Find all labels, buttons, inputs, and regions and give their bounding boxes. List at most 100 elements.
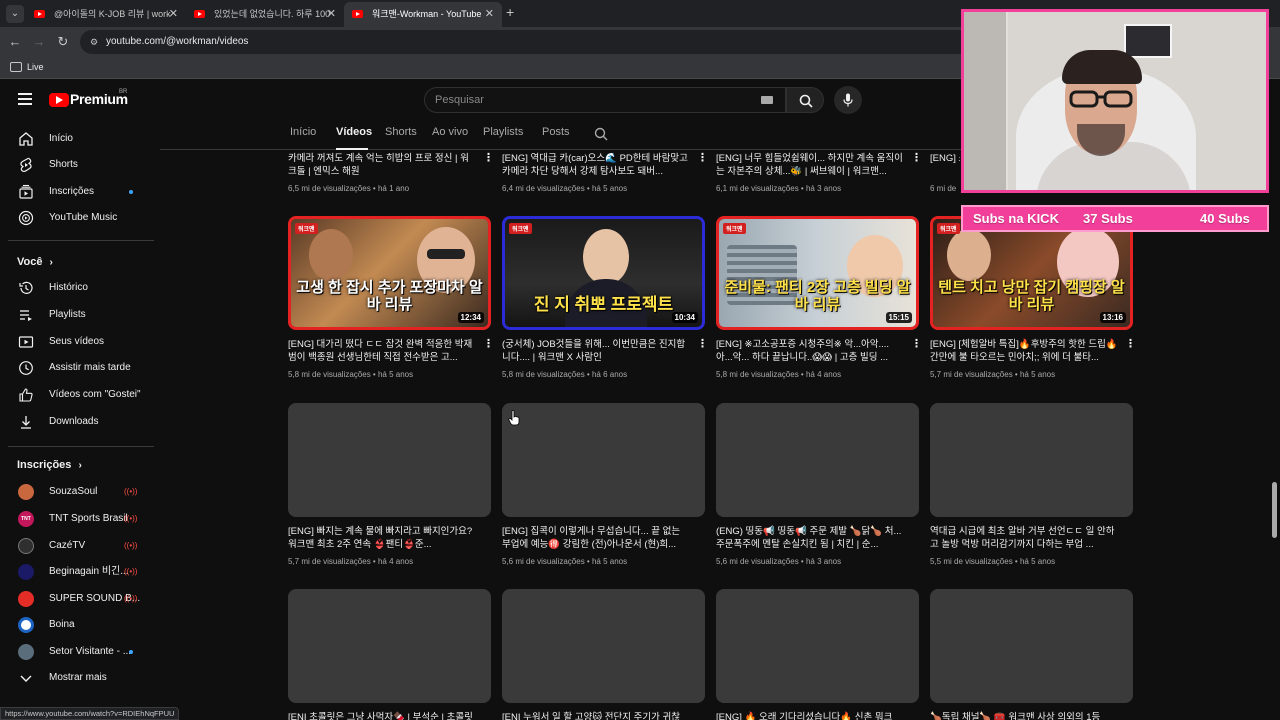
video-card[interactable]: [ENG] 집콕이 이렇게나 무섭습니다... 끝 없는 부업에 예능🉐 강림한… xyxy=(502,403,705,566)
video-thumbnail-placeholder[interactable] xyxy=(502,589,705,703)
tab-shorts[interactable]: Shorts xyxy=(385,126,417,138)
search-input[interactable]: Pesquisar xyxy=(424,87,786,113)
sidebar-item-playlists[interactable]: Playlists xyxy=(8,302,148,328)
video-title[interactable]: [ENG] 역대급 카(car)오스🌊 PD한테 바람맞고 카메라 차단 당해서… xyxy=(502,152,690,178)
sidebar-item-shorts[interactable]: Shorts xyxy=(8,152,148,178)
sidebar-item-youtube-music[interactable]: YouTube Music xyxy=(8,205,148,231)
subscription-cazetv[interactable]: CazéTV ((•)) xyxy=(8,533,148,559)
keyboard-icon[interactable] xyxy=(761,96,773,104)
menu-icon[interactable] xyxy=(18,93,32,105)
browser-tab-2[interactable]: 있었는데 없었습니다. 하루 100 ✕ xyxy=(186,2,344,27)
video-thumbnail[interactable]: 워크맨 텐트 치고 낭만 잡기 캠핑장 알바 리뷰 13:16 xyxy=(930,216,1133,330)
site-info-icon[interactable]: ⚙ xyxy=(88,36,100,48)
video-thumbnail-placeholder[interactable] xyxy=(716,403,919,517)
sidebar-item-subscriptions[interactable]: Inscrições xyxy=(8,179,148,205)
channel-badge: 워크맨 xyxy=(509,223,532,234)
subscription-setor-visitante[interactable]: Setor Visitante - ... xyxy=(8,639,148,665)
bookmark-live[interactable]: Live xyxy=(27,57,44,77)
video-title[interactable]: [ENG] 쇼 박럭 넘 xyxy=(930,152,960,165)
scrollbar-track[interactable] xyxy=(1269,120,1280,720)
video-thumbnail[interactable]: 워크맨 진 지 취뽀 프로젝트 10:34 xyxy=(502,216,705,330)
video-card[interactable]: 역대급 시급에 최초 알바 거부 선언ㄷㄷ 일 안하고 놀방 먹방 머리감기까지… xyxy=(930,403,1133,566)
subscription-super-sound[interactable]: SUPER SOUND B... ((•)) xyxy=(8,586,148,612)
video-thumbnail-placeholder[interactable] xyxy=(502,403,705,517)
video-card[interactable]: 워크맨 텐트 치고 낭만 잡기 캠핑장 알바 리뷰 13:16 [ENG] [체… xyxy=(930,216,1136,379)
subscription-tnt-sports[interactable]: TNT TNT Sports Brasil ((•)) xyxy=(8,506,148,532)
video-title[interactable]: 역대급 시급에 최초 알바 거부 선언ㄷㄷ 일 안하고 놀방 먹방 머리감기까지… xyxy=(930,525,1118,551)
scrollbar-thumb[interactable] xyxy=(1272,482,1277,538)
sidebar-item-watch-later[interactable]: Assistir mais tarde xyxy=(8,355,148,381)
tab-search-chevron-icon[interactable]: ⌄ xyxy=(6,5,24,23)
more-options-icon[interactable]: ⋮ xyxy=(483,338,494,352)
subscription-souzasoul[interactable]: SouzaSoul ((•)) xyxy=(8,479,148,505)
sidebar-item-home[interactable]: Início xyxy=(8,126,148,152)
video-thumbnail-placeholder[interactable] xyxy=(930,589,1133,703)
more-options-icon[interactable]: ⋮ xyxy=(483,152,494,166)
forward-icon[interactable]: → xyxy=(30,33,48,51)
subscription-beginagain[interactable]: Beginagain 비긴... ((•)) xyxy=(8,559,148,585)
video-title[interactable]: [ENG] 대가리 떴다 ㄷㄷ 잡것 완벽 적응한 박재범이 백종원 선생님한테… xyxy=(288,338,476,364)
video-thumbnail[interactable]: 워크맨 고생 한 잡시 추가 포장마차 알바 리뷰 12:34 xyxy=(288,216,491,330)
tab-posts[interactable]: Posts xyxy=(542,126,570,138)
video-thumbnail-placeholder[interactable] xyxy=(288,589,491,703)
sidebar-item-downloads[interactable]: Downloads xyxy=(8,409,148,435)
reload-icon[interactable]: ↻ xyxy=(54,33,72,51)
more-options-icon[interactable]: ⋮ xyxy=(911,152,922,166)
video-title[interactable]: 🍗독립 채널🍗 🧰 워크맨 사상 의외의 1등 xyxy=(930,711,1118,720)
video-title[interactable]: [ENG] 빠지는 계속 물에 빠지라고 빠지인가요? 워크맨 최초 2주 연속… xyxy=(288,525,476,551)
sidebar-item-your-videos[interactable]: Seus vídeos xyxy=(8,329,148,355)
video-card[interactable]: 워크맨 준비물: 팬티 2장 고층 빌딩 알바 리뷰 15:15 [ENG] ※… xyxy=(716,216,922,379)
video-title[interactable]: [ENG] 너무 힘들었쉽웨이... 하지만 계속 움직이는 자본주의 상체..… xyxy=(716,152,904,178)
section-subscriptions[interactable]: Inscrições › xyxy=(17,459,82,471)
video-thumbnail-placeholder[interactable] xyxy=(930,403,1133,517)
video-title[interactable]: [ENI 초콜릿은 그냥 사먹자🍫 | 부석순 | 초콜릿 xyxy=(288,711,476,720)
more-options-icon[interactable]: ⋮ xyxy=(697,152,708,166)
video-title[interactable]: [ENG] 🔥 오래 기다리셨습니다🔥 신촌 뭐크 xyxy=(716,711,904,720)
video-card[interactable]: [ENG] 쇼 박럭 넘 6 mi de xyxy=(930,152,960,192)
video-card[interactable]: [ENG] 🔥 오래 기다리셨습니다🔥 신촌 뭐크 xyxy=(716,589,919,720)
browser-tab-1[interactable]: @아이돌의 K-JOB 리뷰 | work ✕ xyxy=(26,2,186,27)
browser-tab-active[interactable]: 워크맨-Workman - YouTube ✕ xyxy=(344,2,502,27)
video-card[interactable]: [ENI 초콜릿은 그냥 사먹자🍫 | 부석순 | 초콜릿 xyxy=(288,589,491,720)
tab-videos[interactable]: Vídeos xyxy=(336,126,372,138)
video-card[interactable]: [ENI 누워서 일 할 고양🐱 전단지 주기가 귀찮 xyxy=(502,589,705,720)
subs-overlay-bar: Subs na KICK 37 Subs 40 Subs xyxy=(961,205,1269,232)
video-title[interactable]: [ENG] [체험알바 특집]🔥후방주의 핫한 드립🔥 간만에 불 타오르는 민… xyxy=(930,338,1118,364)
video-meta: 6 mi de xyxy=(930,184,957,192)
show-more-button[interactable]: Mostrar mais xyxy=(8,665,148,691)
video-title[interactable]: 카메라 꺼져도 계속 억는 히밥의 프로 정신 | 워크돌 | 엔믹스 해원 xyxy=(288,152,476,178)
tab-live[interactable]: Ao vivo xyxy=(432,126,468,138)
tab-playlists[interactable]: Playlists xyxy=(483,126,523,138)
video-card[interactable]: 🍗독립 채널🍗 🧰 워크맨 사상 의외의 1등 xyxy=(930,589,1133,720)
back-icon[interactable]: ← xyxy=(6,33,24,51)
close-tab-icon[interactable]: ✕ xyxy=(327,2,336,26)
close-tab-icon[interactable]: ✕ xyxy=(169,2,178,26)
more-options-icon[interactable]: ⋮ xyxy=(1125,338,1136,352)
more-options-icon[interactable]: ⋮ xyxy=(697,338,708,352)
subscription-boina[interactable]: Boina xyxy=(8,612,148,638)
video-title[interactable]: [ENG] 집콕이 이렇게나 무섭습니다... 끝 없는 부업에 예능🉐 강림한… xyxy=(502,525,690,551)
video-card[interactable]: 워크맨 고생 한 잡시 추가 포장마차 알바 리뷰 12:34 [ENG] 대가… xyxy=(288,216,494,379)
video-thumbnail[interactable]: 워크맨 준비물: 팬티 2장 고층 빌딩 알바 리뷰 15:15 xyxy=(716,216,919,330)
new-tab-icon[interactable]: + xyxy=(506,4,514,20)
sidebar-item-history[interactable]: Histórico xyxy=(8,275,148,301)
video-card[interactable]: [ENG] 빠지는 계속 물에 빠지라고 빠지인가요? 워크맨 최초 2주 연속… xyxy=(288,403,491,566)
video-thumbnail-placeholder[interactable] xyxy=(288,403,491,517)
video-card[interactable]: (ENG) 띵동📢 띵동📢 주문 제발 🍗닭🍗 처... 주문폭주에 멘탈 손실… xyxy=(716,403,919,566)
video-title[interactable]: [ENI 누워서 일 할 고양🐱 전단지 주기가 귀찮 xyxy=(502,711,690,720)
tab-home[interactable]: Início xyxy=(290,126,316,138)
voice-search-button[interactable] xyxy=(834,86,862,114)
video-title[interactable]: [ENG] ※고소공포증 시청주의※ 악...아악.... 아...악... 하… xyxy=(716,338,904,364)
search-button[interactable] xyxy=(786,87,824,113)
section-you[interactable]: Você › xyxy=(17,256,53,268)
video-thumbnail-placeholder[interactable] xyxy=(716,589,919,703)
webcam-overlay xyxy=(961,9,1269,193)
more-options-icon[interactable]: ⋮ xyxy=(911,338,922,352)
close-tab-icon[interactable]: ✕ xyxy=(485,2,494,26)
channel-search-icon[interactable] xyxy=(594,127,608,141)
video-card[interactable]: 워크맨 진 지 취뽀 프로젝트 10:34 (궁서체) JOB것들을 위해...… xyxy=(502,216,708,379)
sidebar-item-liked-videos[interactable]: Vídeos com "Gostei" xyxy=(8,382,148,408)
video-title[interactable]: (ENG) 띵동📢 띵동📢 주문 제발 🍗닭🍗 처... 주문폭주에 멘탈 손실… xyxy=(716,525,904,551)
video-title[interactable]: (궁서체) JOB것들을 위해... 이번만큼은 진지합니다.... | 워크맨… xyxy=(502,338,690,364)
webcam-poster xyxy=(1124,24,1172,58)
